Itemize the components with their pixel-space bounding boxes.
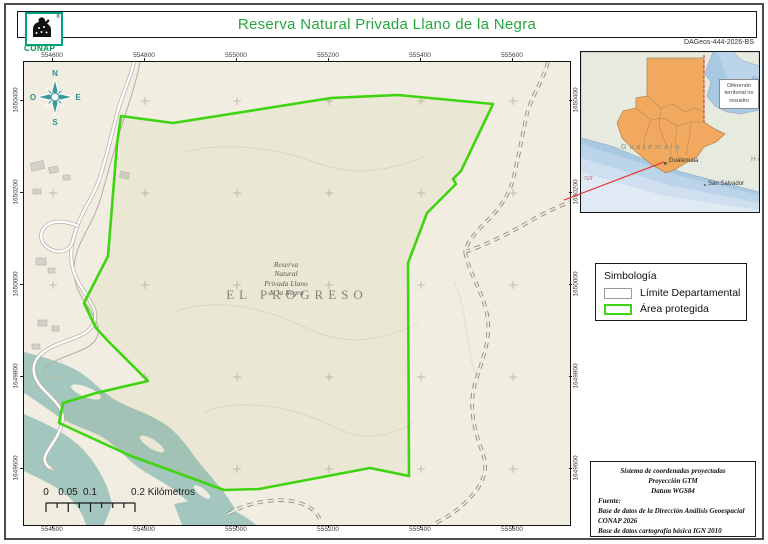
- scale-label: 0: [43, 487, 49, 498]
- axis-tick: [328, 524, 329, 528]
- y-axis-label-right: 1650200: [572, 179, 580, 205]
- y-axis-label-left: 1649600: [12, 455, 20, 481]
- credits-box: Sistema de coordenadas proyectadas Proye…: [590, 461, 756, 537]
- guatemala-city-marker: [664, 162, 667, 165]
- axis-tick: [512, 58, 513, 61]
- axis-tick: [20, 100, 23, 101]
- y-axis-label-right: 1650000: [572, 271, 580, 297]
- document-code: DAGeos-444-2026-BS: [683, 39, 754, 46]
- credits-line: Base de datos de la Dirección Análisis G…: [598, 506, 745, 515]
- credits-line: CONAP 2026: [598, 516, 638, 525]
- axis-tick: [569, 100, 572, 101]
- axis-tick: [144, 58, 145, 61]
- credits-line: Sistema de coordenadas proyectadas: [620, 467, 726, 475]
- credits-line: Proyección GTM: [648, 476, 698, 485]
- territorial-note-box: Diferendo territorial no resuelto: [719, 79, 759, 109]
- compass-east-label: E: [75, 93, 81, 102]
- axis-tick: [236, 58, 237, 61]
- axis-tick: [144, 524, 145, 528]
- axis-tick: [569, 284, 572, 285]
- y-axis-label-right: 1649800: [572, 363, 580, 389]
- y-axis-label-left: 1650200: [12, 179, 20, 205]
- credits-line: Datum WGS84: [651, 486, 695, 495]
- note-line: resuelto: [729, 97, 749, 104]
- map-document-page: Reserva Natural Privada Llano de la Negr…: [0, 0, 768, 544]
- registered-mark: ®: [56, 14, 60, 20]
- axis-tick: [20, 468, 23, 469]
- inset-san-salvador-label: San Salvador: [708, 181, 745, 187]
- legend-item-label: Límite Departamental: [640, 287, 741, 299]
- note-line: territorial no: [724, 90, 754, 97]
- inset-honduras-label: Honduras: [751, 156, 759, 163]
- y-axis-label-left: 1650000: [12, 271, 20, 297]
- axis-tick: [328, 58, 329, 61]
- y-axis-label-right: 1650400: [572, 87, 580, 113]
- inset-country-label: Guatemala: [621, 144, 683, 151]
- legend-item-label: Área protegida: [640, 303, 709, 315]
- axis-tick: [420, 58, 421, 61]
- scale-bar-labels: 0 0.05 0.1 0.2 Kilómetros: [41, 487, 221, 499]
- legend-item-protected-area: Área protegida: [604, 303, 738, 315]
- credits-line: Base de datos cartografía básica IGN 201…: [598, 526, 722, 535]
- legend-title: Simbología: [604, 270, 657, 282]
- axis-tick: [512, 524, 513, 528]
- axis-tick: [52, 524, 53, 528]
- legend: Simbología Límite Departamental Área pro…: [595, 263, 747, 321]
- department-label: EL PROGRESO: [226, 287, 368, 302]
- axis-tick: [20, 284, 23, 285]
- reserve-label-line: Reserva: [273, 260, 299, 269]
- scale-label: 0.1: [83, 487, 97, 498]
- conap-emblem-jaguar-icon: [33, 17, 51, 37]
- compass-north-label: N: [52, 69, 58, 78]
- scale-label: 0.05: [58, 487, 78, 498]
- main-map: Reserva Natural Privada Llano de la Negr…: [23, 61, 571, 526]
- y-axis-label-right: 1649600: [572, 455, 580, 481]
- san-salvador-marker: [703, 183, 707, 187]
- inset-zone-label: 72T: [584, 176, 593, 182]
- y-axis-label-left: 1650400: [12, 87, 20, 113]
- inset-canvas: [581, 52, 759, 212]
- axis-tick: [569, 192, 572, 193]
- note-line: Diferendo: [727, 82, 751, 89]
- compass-rose-icon: N E S O: [30, 69, 81, 127]
- conap-logo: ®: [25, 12, 63, 46]
- reserve-label-line: Natural: [274, 269, 298, 279]
- compass-west-label: O: [30, 93, 36, 102]
- inset-capital-label: Guatemala: [669, 158, 699, 164]
- title-banner: Reserva Natural Privada Llano de la Negr…: [17, 11, 757, 38]
- y-axis-label-left: 1649800: [12, 363, 20, 389]
- axis-tick: [420, 524, 421, 528]
- conap-logo-text: CONAP: [24, 44, 56, 53]
- axis-tick: [569, 376, 572, 377]
- axis-tick: [569, 468, 572, 469]
- inset-locator-map: Diferendo territorial no resuelto Guatem…: [580, 51, 760, 213]
- axis-tick: [20, 376, 23, 377]
- scale-label: 0.2 Kilómetros: [131, 487, 195, 498]
- scale-bar-ruler: [45, 502, 136, 512]
- departmental-limit-swatch: [604, 287, 632, 299]
- page-title: Reserva Natural Privada Llano de la Negr…: [237, 16, 537, 33]
- legend-item-departmental-limit: Límite Departamental: [604, 287, 741, 299]
- axis-tick: [236, 524, 237, 528]
- axis-tick: [20, 192, 23, 193]
- compass-south-label: S: [52, 118, 58, 127]
- protected-area-swatch: [604, 303, 632, 315]
- axis-tick: [52, 58, 53, 61]
- credits-line: Fuente:: [598, 496, 621, 505]
